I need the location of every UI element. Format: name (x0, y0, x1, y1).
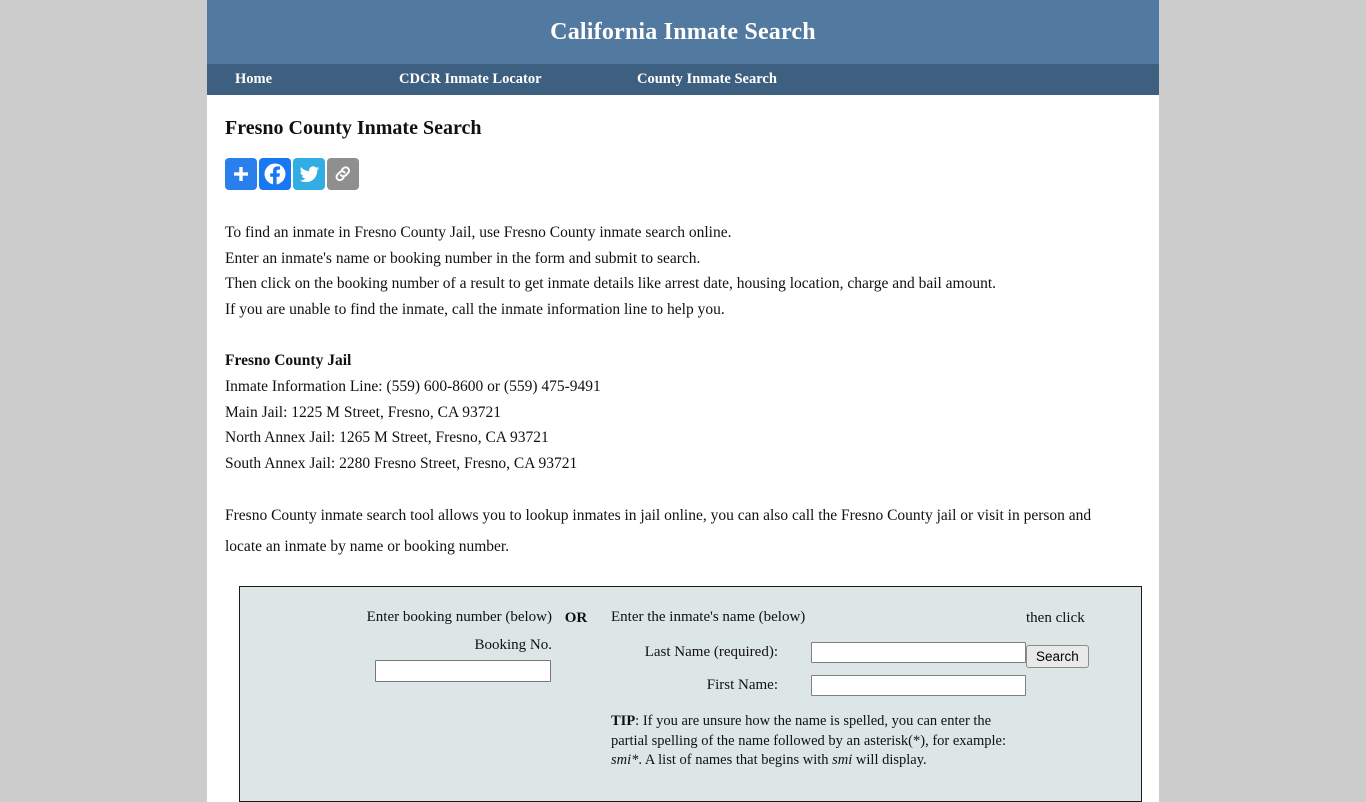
nav-item-home[interactable]: Home (235, 71, 399, 88)
tip-example-2: smi (832, 752, 853, 769)
name-column-heading: Enter the inmate's name (below) (611, 609, 806, 626)
intro-line: If you are unable to find the inmate, ca… (225, 300, 725, 318)
name-fields: Last Name (required): First Name: (611, 642, 1026, 697)
page-title: Fresno County Inmate Search (225, 117, 482, 139)
facebook-icon[interactable] (259, 158, 291, 190)
search-button[interactable]: Search (1026, 645, 1089, 669)
submit-column: then click Search (1026, 607, 1144, 669)
intro-text: To find an inmate in Fresno County Jail,… (225, 220, 1139, 322)
then-click-label: then click (1026, 610, 1085, 627)
first-name-row: First Name: (611, 675, 1026, 697)
jail-info-line: Inmate Information Line: (559) 600-8600 … (225, 377, 601, 395)
booking-column-heading: Enter booking number (below) (366, 609, 552, 626)
intro-line: Enter an inmate's name or booking number… (225, 249, 701, 267)
site-title: California Inmate Search (550, 18, 816, 45)
inmate-name-column: Enter the inmate's name (below) Last Nam… (600, 607, 1026, 771)
nav-item-cdcr-inmate-locator[interactable]: CDCR Inmate Locator (399, 71, 637, 88)
tool-description-paragraph: Fresno County inmate search tool allows … (225, 507, 1092, 556)
last-name-row: Last Name (required): (611, 642, 1026, 664)
first-name-label: First Name: (706, 677, 778, 694)
main-content: Fresno County Inmate Search To find an i… (207, 95, 1159, 802)
share-buttons (225, 158, 1139, 190)
copy-link-icon[interactable] (327, 158, 359, 190)
booking-field-label: Booking No. (474, 637, 552, 654)
booking-number-input[interactable] (375, 660, 551, 683)
search-tip: TIP: If you are unsure how the name is s… (611, 712, 1026, 771)
site-header: California Inmate Search (207, 0, 1159, 64)
main-navigation: Home CDCR Inmate Locator County Inmate S… (207, 64, 1159, 95)
jail-info-line: South Annex Jail: 2280 Fresno Street, Fr… (225, 454, 578, 472)
inmate-search-form: Enter booking number (below) Booking No.… (239, 586, 1142, 802)
booking-number-column: Enter booking number (below) Booking No. (240, 607, 552, 683)
jail-info-block: Fresno County Jail Inmate Information Li… (225, 348, 1139, 476)
intro-line: Then click on the booking number of a re… (225, 275, 997, 293)
last-name-input[interactable] (811, 642, 1026, 664)
intro-line: To find an inmate in Fresno County Jail,… (225, 224, 732, 241)
first-name-input[interactable] (811, 675, 1026, 697)
page-container: California Inmate Search Home CDCR Inmat… (207, 0, 1159, 802)
last-name-label: Last Name (required): (644, 644, 778, 661)
addthis-plus-icon[interactable] (225, 158, 257, 190)
or-label: OR (564, 610, 588, 627)
or-separator: OR (552, 607, 600, 628)
jail-name-heading: Fresno County Jail (225, 352, 352, 370)
jail-info-line: Main Jail: 1225 M Street, Fresno, CA 937… (225, 403, 501, 421)
twitter-icon[interactable] (293, 158, 325, 190)
tip-example-1: smi* (611, 752, 639, 769)
nav-item-county-inmate-search[interactable]: County Inmate Search (637, 71, 777, 88)
tip-prefix: TIP (611, 713, 636, 730)
tip-part-2: . A list of names that begins with (638, 752, 833, 769)
search-form-grid: Enter booking number (below) Booking No.… (240, 607, 1141, 771)
tip-part-3: will display. (852, 752, 927, 769)
tip-part-1: : If you are unsure how the name is spel… (611, 713, 1006, 749)
jail-info-line: North Annex Jail: 1265 M Street, Fresno,… (225, 429, 549, 447)
